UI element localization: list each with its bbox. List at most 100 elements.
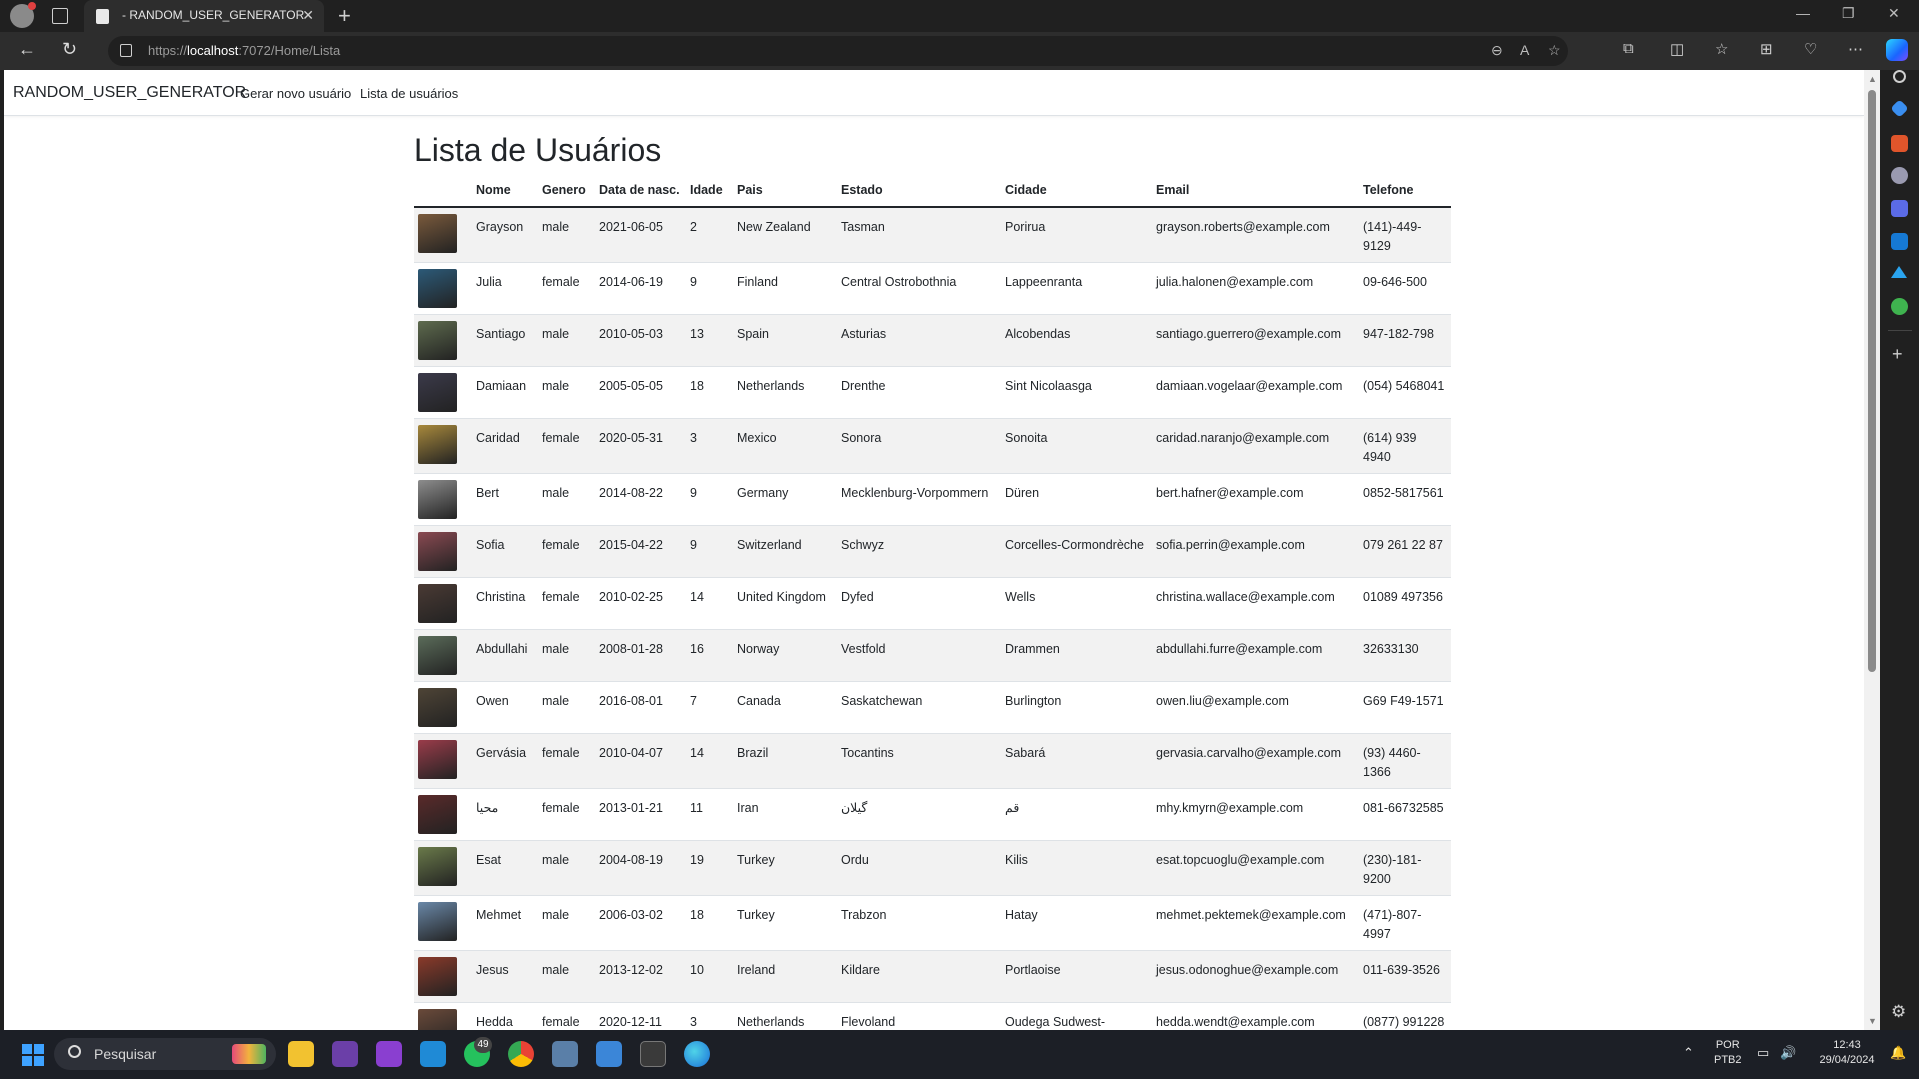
sidebar-games-icon[interactable] (1891, 167, 1908, 184)
restore-icon[interactable]: ❐ (1842, 5, 1855, 22)
sidebar-search-icon[interactable] (1893, 70, 1906, 83)
windows-taskbar: Pesquisar 49 ⌃ POR PTB2 ▭ 🔊 12:43 29/04/20… (0, 1030, 1919, 1079)
clock[interactable]: 12:43 29/04/2024 (1812, 1038, 1882, 1068)
cell-pais: Iran (733, 788, 837, 841)
nav-gerar-usuario[interactable]: Gerar novo usuário (240, 86, 351, 101)
cell-telefone: (0877) 991228 (1359, 1002, 1451, 1030)
avatar (418, 636, 457, 675)
zoom-icon[interactable]: ⊖ (1491, 42, 1503, 59)
cell-idade: 9 (686, 525, 733, 578)
volume-icon[interactable]: 🔊 (1780, 1045, 1796, 1061)
terminal-icon[interactable] (640, 1041, 666, 1067)
cell-estado: Tocantins (837, 733, 1001, 789)
cell-nasc: 2004-08-19 (595, 840, 686, 896)
close-window-icon[interactable]: ✕ (1888, 5, 1900, 22)
cell-nome: Christina (472, 577, 538, 630)
cell-nome: محیا (472, 788, 538, 841)
table-row: Caridad female 2020-05-31 3 Mexico Sonora Sono… (414, 418, 1451, 474)
visual-studio-icon[interactable] (332, 1041, 358, 1067)
browser-tab[interactable]: - RANDOM_USER_GENERATOR ✕ (84, 0, 324, 32)
cell-cidade: Sint Nicolaasga (1001, 366, 1152, 419)
edge-icon[interactable] (684, 1041, 710, 1067)
nav-lista-usuarios[interactable]: Lista de usuários (360, 86, 458, 101)
cell-telefone: (93) 4460-1366 (1359, 733, 1451, 789)
start-icon[interactable] (22, 1044, 44, 1066)
avatar (418, 584, 457, 623)
cell-nome: Bert (472, 473, 538, 526)
copilot-icon[interactable] (1886, 39, 1908, 61)
favorites-icon[interactable]: ☆ (1715, 40, 1728, 58)
notepad-icon[interactable] (596, 1041, 622, 1067)
sidebar-add-icon[interactable]: + (1892, 344, 1903, 365)
new-tab-icon[interactable]: + (338, 3, 351, 29)
tray-overflow-icon[interactable]: ⌃ (1683, 1045, 1694, 1061)
scroll-thumb[interactable] (1868, 90, 1876, 672)
browser-essentials-icon[interactable]: ♡ (1804, 40, 1817, 58)
cell-estado: Ordu (837, 840, 1001, 896)
visual-studio-preview-icon[interactable] (376, 1041, 402, 1067)
url-text: https://localhost:7072/Home/Lista (148, 43, 341, 58)
cell-nome: Mehmet (472, 895, 538, 951)
cell-telefone: (471)-807-4997 (1359, 895, 1451, 951)
sidebar-shopping-icon[interactable] (1890, 99, 1909, 118)
notifications-icon[interactable]: 🔔 (1890, 1045, 1906, 1061)
brand-link[interactable]: RANDOM_USER_GENERATOR (13, 84, 246, 102)
table-row: Abdullahi male 2008-01-28 16 Norway Vestfold D… (414, 629, 1451, 682)
collections-icon[interactable]: ⊞ (1760, 40, 1773, 58)
cell-idade: 18 (686, 366, 733, 419)
avatar (418, 214, 457, 253)
close-tab-icon[interactable]: ✕ (302, 7, 314, 24)
cell-telefone: (141)-449-9129 (1359, 207, 1451, 263)
back-icon[interactable]: ← (18, 39, 36, 60)
read-aloud-icon[interactable]: A (1520, 42, 1529, 58)
cell-email: gervasia.carvalho@example.com (1152, 733, 1359, 789)
scroll-down-icon[interactable]: ▼ (1868, 1016, 1877, 1026)
url-field[interactable]: https://localhost:7072/Home/Lista ⊖ A ☆ (108, 36, 1568, 66)
cell-cidade: Kilis (1001, 840, 1152, 896)
postgres-icon[interactable] (552, 1041, 578, 1067)
col-header-nome: Nome (472, 181, 538, 208)
avatar-cell (414, 314, 472, 367)
cell-email: damiaan.vogelaar@example.com (1152, 366, 1359, 419)
more-menu-icon[interactable]: ⋯ (1848, 40, 1863, 58)
taskbar-search[interactable]: Pesquisar (54, 1038, 276, 1070)
sidebar-outlook-icon[interactable] (1891, 233, 1908, 250)
cell-cidade: Sabará (1001, 733, 1152, 789)
avatar (418, 740, 457, 779)
edge-sidebar: + ⚙ (1880, 70, 1919, 1030)
cell-genero: female (538, 262, 595, 315)
cell-pais: Canada (733, 681, 837, 734)
lock-icon[interactable] (120, 44, 132, 57)
profile-avatar[interactable] (10, 2, 36, 28)
table-row: Owen male 2016-08-01 7 Canada Saskatchewan Bur… (414, 681, 1451, 734)
extensions-icon[interactable]: ⧉ (1623, 40, 1634, 57)
col-header-photo (414, 181, 472, 208)
sidebar-tools-icon[interactable] (1891, 135, 1908, 152)
avatar (418, 425, 457, 464)
favorite-star-icon[interactable]: ☆ (1548, 42, 1561, 59)
sidebar-settings-icon[interactable]: ⚙ (1891, 1002, 1906, 1022)
network-icon[interactable]: ▭ (1757, 1045, 1769, 1061)
cell-genero: male (538, 681, 595, 734)
minimize-icon[interactable]: — (1796, 5, 1810, 21)
sidebar-copilot-icon[interactable] (1891, 200, 1908, 217)
tab-actions-icon[interactable] (52, 8, 68, 24)
page-scrollbar[interactable]: ▲ ▼ (1864, 70, 1880, 1030)
cell-nasc: 2014-06-19 (595, 262, 686, 315)
file-explorer-icon[interactable] (288, 1041, 314, 1067)
cell-telefone: 011-639-3526 (1359, 950, 1451, 1003)
vscode-icon[interactable] (420, 1041, 446, 1067)
refresh-icon[interactable]: ↻ (62, 39, 77, 60)
cell-estado: Kildare (837, 950, 1001, 1003)
cell-email: owen.liu@example.com (1152, 681, 1359, 734)
search-highlight-icon (232, 1044, 266, 1064)
input-language[interactable]: POR PTB2 (1714, 1038, 1742, 1068)
avatar-cell (414, 950, 472, 1003)
sidebar-send-icon[interactable] (1891, 266, 1907, 278)
chrome-icon[interactable] (508, 1041, 534, 1067)
split-screen-icon[interactable]: ◫ (1670, 40, 1684, 58)
avatar-cell (414, 681, 472, 734)
scroll-up-icon[interactable]: ▲ (1868, 74, 1877, 84)
cell-telefone: 32633130 (1359, 629, 1451, 682)
sidebar-tree-icon[interactable] (1891, 298, 1908, 315)
